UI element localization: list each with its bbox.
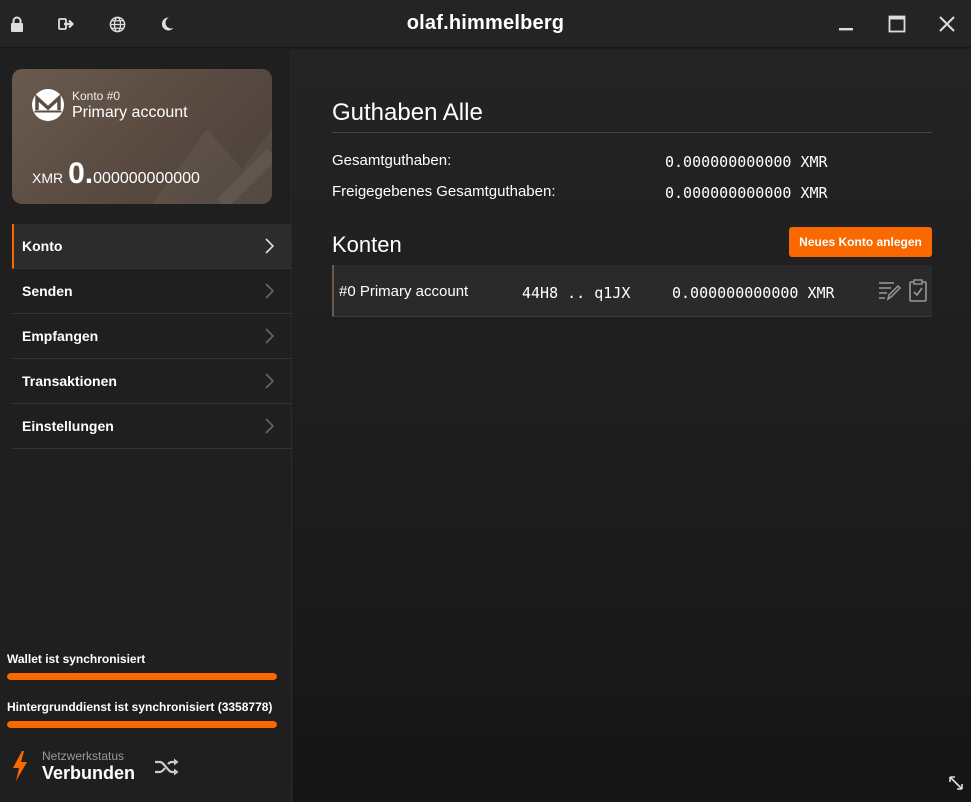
sidebar-item-empfangen[interactable]: Empfangen bbox=[12, 314, 292, 359]
network-status-caption: Netzwerkstatus bbox=[42, 749, 125, 763]
clipboard-icon[interactable] bbox=[908, 279, 932, 303]
title-bar: olaf.himmelberg bbox=[0, 0, 971, 48]
edit-icon[interactable] bbox=[877, 279, 902, 303]
lock-icon[interactable] bbox=[5, 12, 29, 36]
account-name: Primary account bbox=[72, 104, 188, 121]
wallet-sync-status: Wallet ist synchronisiert bbox=[7, 652, 277, 680]
chevron-right-icon bbox=[265, 418, 274, 434]
daemon-sync-label: Hintergrunddienst ist synchronisiert (33… bbox=[7, 700, 273, 714]
sidebar-item-label: Empfangen bbox=[22, 328, 99, 344]
chevron-right-icon bbox=[265, 238, 274, 254]
wallet-sync-progress-bar bbox=[7, 673, 277, 680]
lightning-icon bbox=[13, 751, 27, 781]
maximize-icon[interactable] bbox=[881, 9, 913, 39]
network-status: Netzwerkstatus Verbunden bbox=[12, 749, 192, 789]
account-row-name: #0 Primary account bbox=[339, 283, 469, 300]
shuffle-icon[interactable] bbox=[154, 757, 180, 777]
sidebar-item-label: Senden bbox=[22, 283, 73, 299]
account-row-address: 44H8 .. q1JX bbox=[522, 284, 631, 302]
chevron-right-icon bbox=[265, 283, 274, 299]
daemon-sync-progress-bar bbox=[7, 721, 277, 728]
unlocked-balance-label: Freigegebenes Gesamtguthaben: bbox=[332, 183, 556, 200]
monero-logo-icon bbox=[32, 89, 64, 121]
balance-heading: Guthaben Alle bbox=[332, 99, 483, 126]
resize-handle-icon[interactable] bbox=[949, 776, 963, 790]
daemon-sync-status: Hintergrunddienst ist synchronisiert (33… bbox=[7, 700, 277, 728]
sidebar-item-label: Einstellungen bbox=[22, 418, 114, 434]
minimize-icon[interactable] bbox=[830, 9, 862, 39]
chevron-right-icon bbox=[265, 328, 274, 344]
moon-icon[interactable] bbox=[155, 12, 179, 36]
account-number: Konto #0 bbox=[72, 89, 121, 103]
card-balance: XMR 0. 000000000000 bbox=[32, 157, 200, 191]
close-icon[interactable] bbox=[931, 9, 963, 39]
wallet-sync-label: Wallet ist synchronisiert bbox=[7, 652, 146, 666]
sidebar-item-transaktionen[interactable]: Transaktionen bbox=[12, 359, 292, 404]
sidebar-item-label: Transaktionen bbox=[22, 373, 117, 389]
sidebar-item-label: Konto bbox=[22, 238, 63, 254]
daemon-sync-progress-fill bbox=[7, 721, 277, 728]
currency-label: XMR bbox=[32, 170, 64, 186]
sidebar-item-konto[interactable]: Konto bbox=[12, 224, 292, 269]
sidebar-menu: Konto Senden Empfangen Transaktionen Ein… bbox=[12, 224, 292, 449]
network-status-value: Verbunden bbox=[42, 763, 136, 783]
account-row-balance: 0.000000000000 XMR bbox=[672, 284, 835, 302]
window-title: olaf.himmelberg bbox=[406, 12, 565, 34]
account-row[interactable]: #0 Primary account 44H8 .. q1JX 0.000000… bbox=[332, 265, 932, 317]
globe-icon[interactable] bbox=[105, 12, 129, 36]
logout-icon[interactable] bbox=[55, 12, 79, 36]
accounts-heading: Konten bbox=[332, 232, 402, 257]
sidebar: Konto #0 Primary account XMR 0. 00000000… bbox=[0, 49, 292, 802]
balance-fraction: 000000000000 bbox=[93, 170, 200, 187]
unlocked-balance-value: 0.000000000000 XMR bbox=[665, 184, 828, 202]
divider bbox=[332, 132, 932, 133]
balance-integer: 0. bbox=[68, 157, 94, 190]
account-card[interactable]: Konto #0 Primary account XMR 0. 00000000… bbox=[12, 69, 272, 204]
total-balance-value: 0.000000000000 XMR bbox=[665, 153, 828, 171]
sidebar-item-einstellungen[interactable]: Einstellungen bbox=[12, 404, 292, 449]
total-balance-label: Gesamtguthaben: bbox=[332, 152, 452, 169]
new-account-button[interactable]: Neues Konto anlegen bbox=[789, 227, 932, 257]
chevron-right-icon bbox=[265, 373, 274, 389]
wallet-sync-progress-fill bbox=[7, 673, 277, 680]
sidebar-item-senden[interactable]: Senden bbox=[12, 269, 292, 314]
main-panel: Guthaben Alle Gesamtguthaben: 0.00000000… bbox=[293, 49, 971, 802]
